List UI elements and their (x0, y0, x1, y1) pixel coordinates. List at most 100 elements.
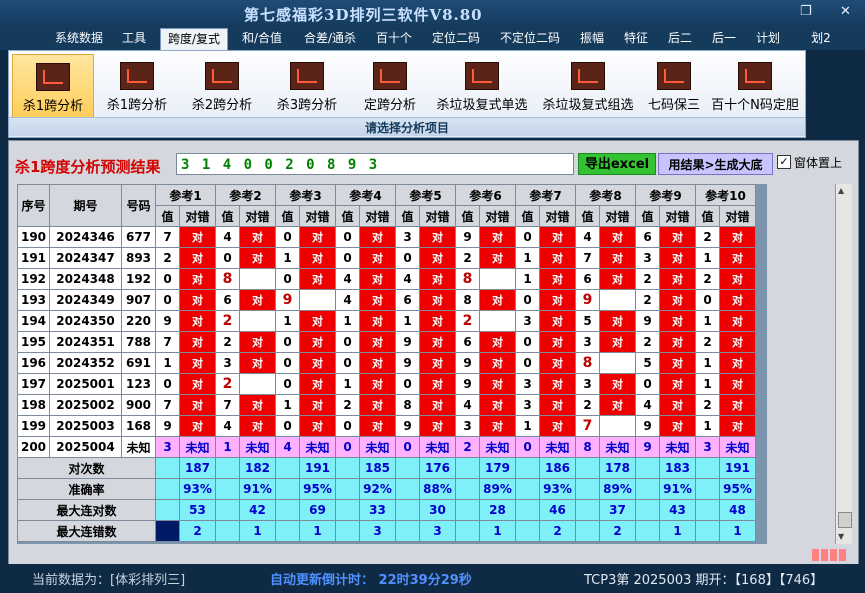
stat-spacer (635, 478, 660, 500)
generate-base-button[interactable]: 用结果>生成大底 (658, 153, 773, 175)
result-subheader: 对错 (239, 205, 276, 227)
stat-spacer (215, 499, 240, 521)
hit-cell: 对 (479, 352, 516, 374)
hit-cell: 对 (419, 226, 456, 248)
hit-cell: 对 (299, 310, 336, 332)
value-cell: 0 (275, 373, 300, 395)
menu-plan2[interactable]: 划2 (806, 28, 836, 50)
value-cell: 1 (515, 415, 540, 437)
seq-cell: 194 (17, 310, 50, 332)
value-cell: 4 (215, 226, 240, 248)
value-cell: 3 (455, 415, 480, 437)
value-cell: 1 (155, 352, 180, 374)
hit-cell: 对 (539, 289, 576, 311)
value-cell: 4 (395, 268, 420, 290)
vertical-scrollbar[interactable]: ▲ ▼ (835, 184, 852, 544)
hit-cell: 对 (239, 331, 276, 353)
value-cell: 2 (635, 289, 660, 311)
scroll-thumb[interactable] (838, 512, 852, 528)
miss-cell (599, 289, 636, 311)
number-cell: 893 (121, 247, 156, 269)
menu-feature[interactable]: 特征 (618, 28, 654, 50)
hit-cell: 对 (359, 247, 396, 269)
stay-on-top-checkbox[interactable]: ✓ (777, 155, 791, 169)
ribbon-junk-single[interactable]: 杀垃圾复式单选 (430, 54, 534, 116)
resize-grip[interactable] (812, 546, 848, 561)
number-cell: 168 (121, 415, 156, 437)
ribbon-n-code[interactable]: 百十个N码定胆 (708, 54, 802, 116)
stat-value-cell: 1 (299, 520, 336, 542)
table-row: 190 2024346 677 7 对 4 对 0 对 0 对 3 对 9 对 0 对 4 对 6 对 2 对 (17, 226, 756, 248)
ref-header: 参考7 (515, 184, 576, 206)
result-field[interactable]: 3 1 4 0 0 2 0 8 9 3 (176, 153, 574, 175)
value-cell: 9 (395, 331, 420, 353)
value-subheader: 值 (695, 205, 720, 227)
hit-cell: 对 (359, 310, 396, 332)
hit-cell: 对 (419, 331, 456, 353)
unknown-cell: 未知 (479, 436, 516, 458)
restore-icon[interactable]: ❐ (800, 4, 812, 19)
menu-last-two[interactable]: 后二 (662, 28, 698, 50)
stat-value-cell: 2 (539, 520, 576, 542)
ribbon-junk-group[interactable]: 杀垃圾复式组选 (536, 54, 640, 116)
hit-cell: 对 (599, 268, 636, 290)
export-excel-button[interactable]: 导出excel (578, 153, 656, 175)
update-countdown: 自动更新倒计时： 22时39分29秒 (270, 573, 472, 588)
menu-plan[interactable]: 计划 (750, 28, 786, 50)
value-cell: 7 (575, 247, 600, 269)
menu-span-compound[interactable]: 跨度/复式 (160, 28, 228, 51)
ribbon-fixed-span[interactable]: 定跨分析 (352, 54, 428, 116)
menu-tools[interactable]: 工具 (116, 28, 152, 50)
close-icon[interactable]: ✕ (840, 4, 851, 19)
scroll-down-icon[interactable]: ▼ (838, 532, 844, 541)
number-cell: 未知 (121, 436, 156, 458)
ribbon-kill1[interactable]: 杀1跨分析 (97, 54, 177, 116)
menu-sum[interactable]: 和/合值 (234, 28, 290, 50)
issue-cell: 2025002 (49, 394, 122, 416)
miss-cell (239, 268, 276, 290)
hit-cell: 对 (539, 394, 576, 416)
number-cell: 907 (121, 289, 156, 311)
hit-cell: 对 (659, 247, 696, 269)
table-row: 193 2024349 907 0 对 6 对 9 4 对 6 对 8 对 0 对 9 2 对 0 对 (17, 289, 756, 311)
predict-value-cell: 9 (635, 436, 660, 458)
menu-last-one[interactable]: 后一 (706, 28, 742, 50)
menu-pos-two[interactable]: 定位二码 (426, 28, 486, 50)
value-cell: 0 (155, 268, 180, 290)
stat-value-cell: 179 (479, 457, 516, 479)
value-cell: 0 (155, 373, 180, 395)
result-subheader: 对错 (719, 205, 756, 227)
miss-cell (599, 352, 636, 374)
stat-spacer (335, 520, 360, 542)
stat-spacer (275, 520, 300, 542)
issue-cell: 2024350 (49, 310, 122, 332)
result-subheader: 对错 (599, 205, 636, 227)
scroll-up-icon[interactable]: ▲ (838, 186, 844, 195)
stat-spacer (395, 520, 420, 542)
menu-position[interactable]: 百十个 (370, 28, 418, 50)
value-cell: 0 (335, 331, 360, 353)
ribbon-seven-three[interactable]: 七码保三 (642, 54, 706, 116)
stat-value-cell: 185 (359, 457, 396, 479)
value-subheader: 值 (155, 205, 180, 227)
ribbon-kill1-active[interactable]: 杀1跨分析 (12, 54, 94, 118)
value-cell: 2 (695, 331, 720, 353)
stat-spacer (455, 520, 480, 542)
stat-row: 最大连对数 53 42 69 33 30 28 46 37 43 48 (17, 499, 756, 521)
ribbon-kill2[interactable]: 杀2跨分析 (182, 54, 262, 116)
stat-spacer (275, 478, 300, 500)
number-cell: 788 (121, 331, 156, 353)
menu-amplitude[interactable]: 振幅 (574, 28, 610, 50)
stat-spacer (575, 478, 600, 500)
value-cell: 8 (395, 394, 420, 416)
hit-cell: 对 (719, 268, 756, 290)
hit-cell: 对 (539, 352, 576, 374)
stat-value-cell: 92% (359, 478, 396, 500)
column-header: 序号 (17, 184, 50, 227)
ribbon-kill3[interactable]: 杀3跨分析 (267, 54, 347, 116)
value-cell: 0 (515, 226, 540, 248)
menu-system-data[interactable]: 系统数据 (50, 28, 108, 50)
menu-diff[interactable]: 合差/通杀 (298, 28, 362, 50)
menu-nopos-two[interactable]: 不定位二码 (494, 28, 566, 50)
stat-spacer (155, 457, 180, 479)
